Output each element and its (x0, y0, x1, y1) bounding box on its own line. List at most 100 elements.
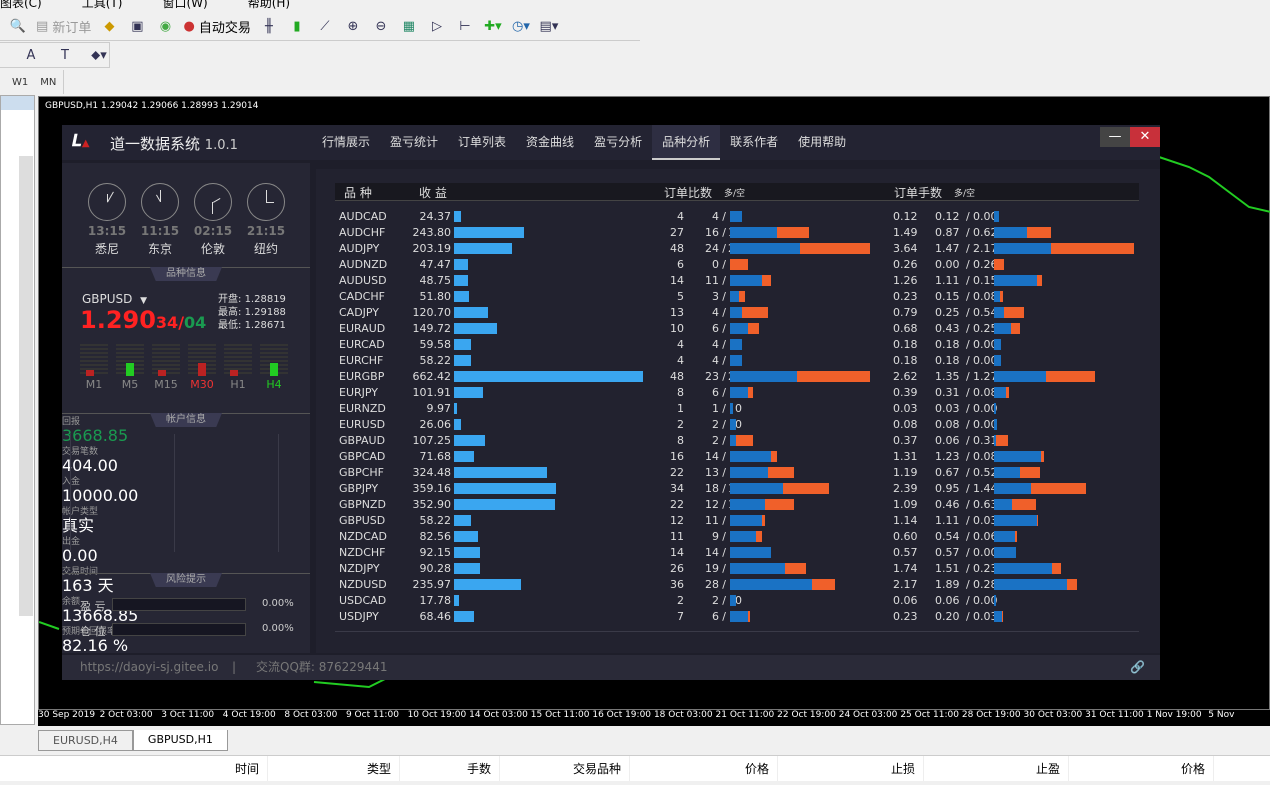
row-long-orders: 4 (712, 210, 719, 223)
candlestick-icon[interactable]: ▮ (287, 17, 307, 37)
tab-4[interactable]: 盈亏分析 (584, 125, 652, 160)
symbol-select[interactable]: GBPUSD ▼ (82, 292, 147, 306)
close-button[interactable]: ✕ (1130, 127, 1160, 147)
tile-windows-icon[interactable]: ▦ (399, 17, 419, 37)
zoom-out-icon[interactable]: ⊖ (371, 17, 391, 37)
row-lots-sep: / (966, 306, 970, 319)
periods-icon[interactable]: ◷▾ (511, 17, 531, 37)
time-axis-label: 31 Oct 11:00 (1085, 710, 1144, 720)
col-lots[interactable]: 手数 (400, 756, 500, 781)
row-long-lots: 0.12 (935, 210, 960, 223)
tab-3[interactable]: 资金曲线 (516, 125, 584, 160)
row-order-sep: / (722, 322, 726, 335)
text-tool[interactable]: A (21, 45, 41, 65)
menu-chart[interactable]: 图表(C) (0, 0, 42, 10)
row-long-lots: 0.87 (935, 226, 960, 239)
navigator-scrollbar[interactable] (19, 156, 33, 616)
row-profit: 17.78 (419, 594, 452, 607)
menu-window[interactable]: 窗口(W) (162, 0, 207, 10)
col-sl[interactable]: 止损 (778, 756, 924, 781)
row-order-sep: / (722, 274, 726, 287)
row-order-sep: / (722, 226, 726, 239)
row-long-lots: 0.67 (935, 466, 960, 479)
short-lots-bar (1041, 451, 1045, 462)
row-long-orders: 3 (712, 290, 719, 303)
row-lots: 3.64 (893, 242, 918, 255)
timeframe-label-M15[interactable]: M15 (152, 378, 180, 391)
row-long-orders: 6 (712, 386, 719, 399)
history-icon[interactable]: ◆ (99, 17, 119, 37)
chart-tab-eurusd[interactable]: EURUSD,H4 (38, 730, 133, 751)
row-long-lots: 0.15 (935, 290, 960, 303)
chart-tab-gbpusd[interactable]: GBPUSD,H1 (132, 730, 228, 751)
line-chart-icon[interactable]: ⟋ (315, 17, 335, 37)
row-lots-sep: / (966, 386, 970, 399)
col-tp[interactable]: 止盈 (924, 756, 1069, 781)
row-long-lots: 0.46 (935, 498, 960, 511)
timeframe-label-M5[interactable]: M5 (116, 378, 144, 391)
chart-shift-icon[interactable]: ⊢ (455, 17, 475, 37)
col-price[interactable]: 价格 (630, 756, 778, 781)
long-lots-bar (994, 275, 1037, 286)
new-order-button[interactable]: ▤ 新订单 (36, 17, 91, 37)
row-symbol: AUDCAD (339, 210, 387, 223)
col-type[interactable]: 类型 (268, 756, 400, 781)
row-lots: 0.18 (893, 354, 918, 367)
timeframe-w1[interactable]: W1 (12, 77, 28, 88)
row-orders: 2 (677, 594, 684, 607)
row-lots: 0.06 (893, 594, 918, 607)
tab-7[interactable]: 使用帮助 (788, 125, 856, 160)
link-icon[interactable]: 🔗 (1130, 655, 1145, 680)
row-orders: 4 (677, 338, 684, 351)
row-profit: 352.90 (412, 498, 452, 511)
table-row: CADJPY120.70134/90.790.25/0.54 (339, 305, 1139, 321)
col-price2[interactable]: 价格 (1069, 756, 1214, 781)
terminal-icon[interactable]: ▣ (127, 17, 147, 37)
row-short-orders: 0 (735, 418, 742, 431)
timeframe-label-M1[interactable]: M1 (80, 378, 108, 391)
long-lots-bar (994, 339, 1001, 350)
arrows-icon[interactable]: ⬥▾ (89, 45, 109, 65)
row-lots: 1.19 (893, 466, 918, 479)
minimize-button[interactable]: — (1100, 127, 1130, 147)
timeframe-label-M30[interactable]: M30 (188, 378, 216, 391)
zoom-in-icon[interactable]: ⊕ (343, 17, 363, 37)
row-orders: 5 (677, 290, 684, 303)
col-time[interactable]: 时间 (0, 756, 268, 781)
table-row: EURAUD149.72106/40.680.43/0.25 (339, 321, 1139, 337)
signals-icon[interactable]: ◉ (155, 17, 175, 37)
row-profit: 48.75 (419, 274, 452, 287)
row-symbol: USDJPY (339, 610, 379, 623)
tab-5[interactable]: 品种分析 (652, 125, 721, 160)
menu-tools[interactable]: 工具(T) (82, 0, 123, 10)
row-long-orders: 4 (712, 354, 719, 367)
row-lots-sep: / (966, 482, 970, 495)
row-long-orders: 14 (705, 546, 719, 559)
col-symbol[interactable]: 交易品种 (500, 756, 630, 781)
timeframe-mn[interactable]: MN (40, 77, 56, 88)
timeframe-label-H4[interactable]: H4 (260, 378, 288, 391)
short-orders-bar (785, 563, 806, 574)
timeframe-label-H1[interactable]: H1 (224, 378, 252, 391)
menu-help[interactable]: 帮助(H) (248, 0, 290, 10)
symbol-info-section: 品种信息 GBPUSD ▼ 1.29034/04 开盘: 1.28819 最高:… (62, 267, 310, 413)
row-lots-sep: / (966, 514, 970, 527)
tab-6[interactable]: 联系作者 (720, 125, 788, 160)
tab-1[interactable]: 盈亏统计 (380, 125, 448, 160)
tab-0[interactable]: 行情展示 (312, 125, 380, 160)
row-long-lots: 0.08 (935, 418, 960, 431)
website-link[interactable]: https://daoyi-sj.gitee.io (80, 655, 218, 680)
time-axis-label: 14 Oct 03:00 (469, 710, 528, 720)
bar-chart-icon[interactable]: ╫ (259, 17, 279, 37)
zoom-chart-icon[interactable]: 🔍 (8, 17, 28, 37)
auto-scroll-icon[interactable]: ▷ (427, 17, 447, 37)
text-label-tool[interactable]: T (55, 45, 75, 65)
timeframe-meter (224, 344, 252, 376)
tab-2[interactable]: 订单列表 (448, 125, 516, 160)
table-row: NZDJPY90.282619/71.741.51/0.23 (339, 561, 1139, 577)
pl-bar (112, 598, 246, 611)
auto-trade-button[interactable]: ● 自动交易 (183, 17, 251, 37)
indicators-icon[interactable]: ✚▾ (483, 17, 503, 37)
account-value: 0.00 (62, 546, 98, 565)
templates-icon[interactable]: ▤▾ (539, 17, 559, 37)
